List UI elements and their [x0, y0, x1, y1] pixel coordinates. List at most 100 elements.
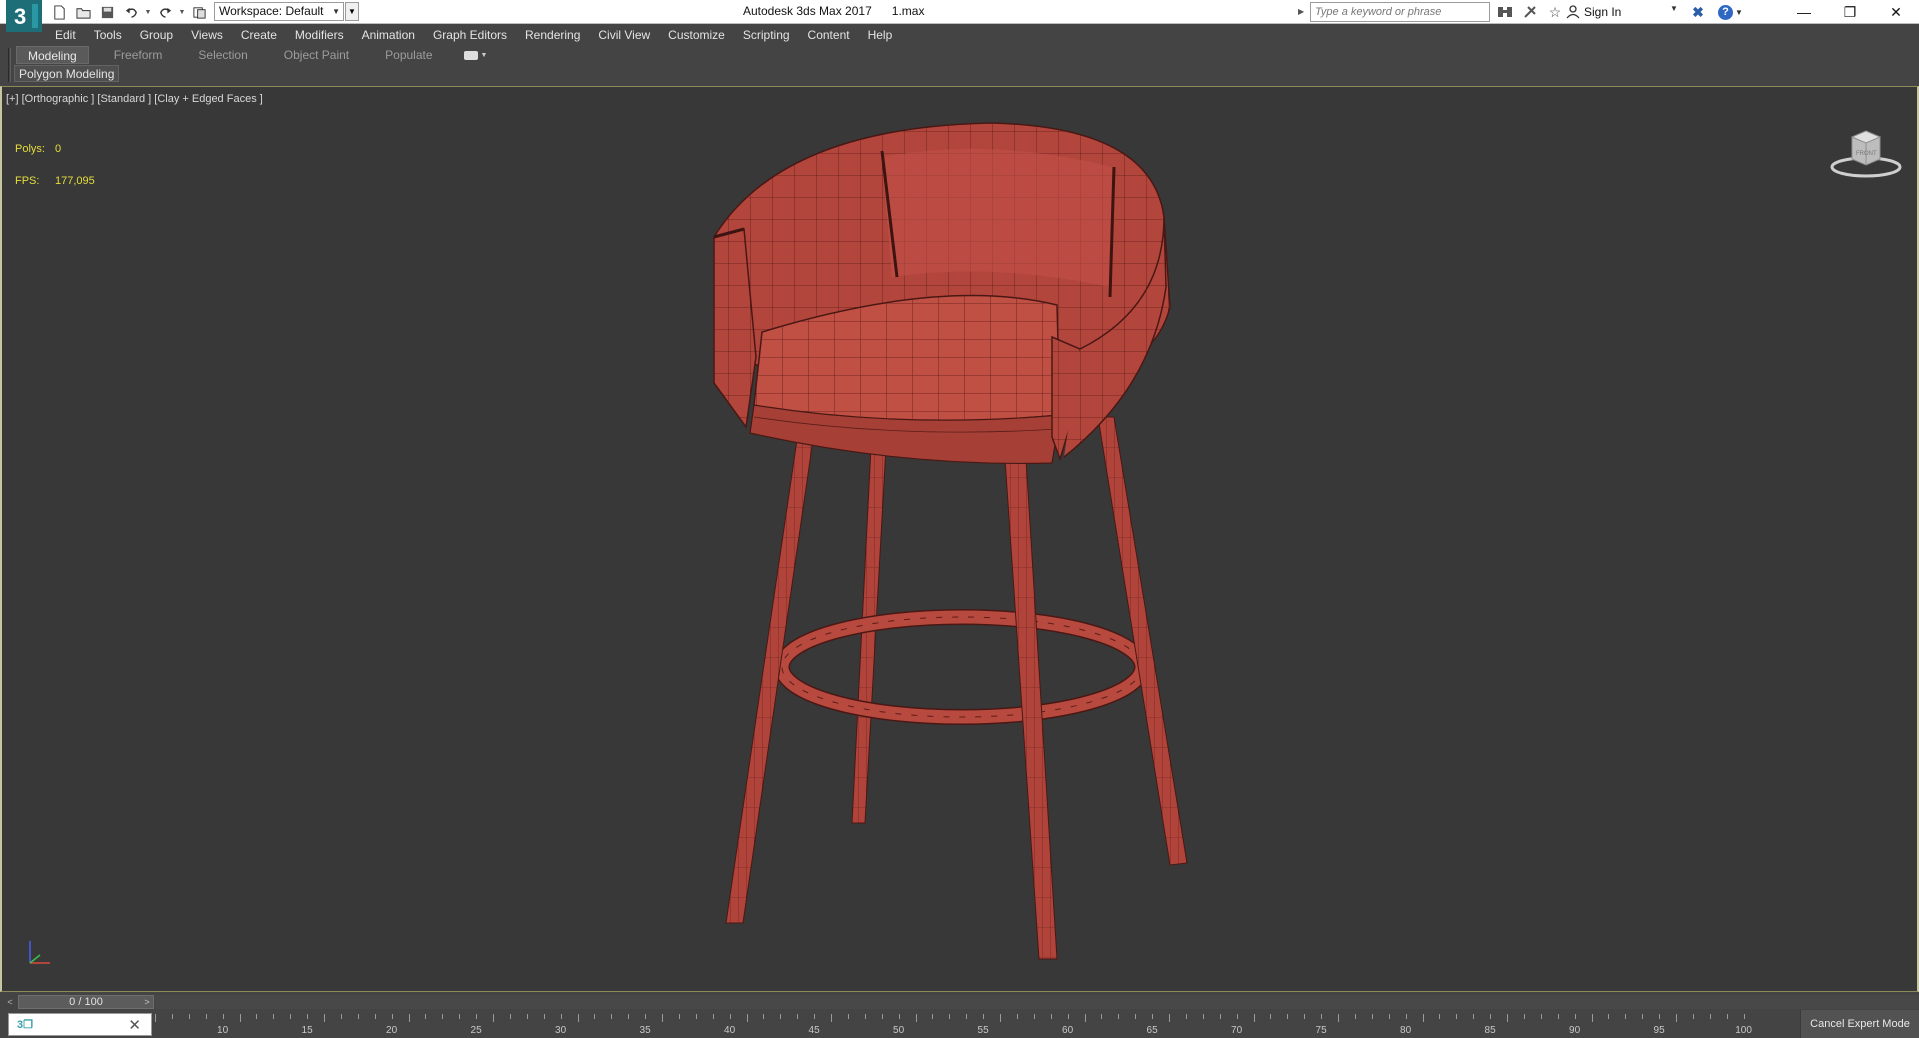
ruler-label: 45	[808, 1025, 820, 1036]
previous-frame-icon[interactable]: <	[4, 995, 16, 1009]
menu-animation[interactable]: Animation	[353, 24, 424, 46]
menu-civil-view[interactable]: Civil View	[589, 24, 659, 46]
ruler-tick	[171, 1014, 173, 1019]
workspace-select[interactable]: Workspace: Default ▼	[214, 2, 344, 21]
menu-modifiers[interactable]: Modifiers	[286, 24, 353, 46]
ruler-tick	[324, 1014, 325, 1022]
minimize-icon[interactable]: —	[1781, 0, 1827, 24]
menu-content[interactable]: Content	[799, 24, 859, 46]
communication-center-icon[interactable]	[1519, 2, 1541, 22]
ruler-tick	[1067, 1014, 1069, 1019]
axis-tripod-icon	[29, 941, 50, 964]
file-name: 1.max	[891, 4, 925, 18]
undo-icon[interactable]	[120, 2, 142, 22]
ruler-tick	[594, 1014, 596, 1019]
redo-dropdown-icon[interactable]: ▼	[178, 2, 186, 22]
ruler-tick	[391, 1014, 393, 1019]
svg-text:3: 3	[14, 4, 26, 29]
sign-in-button[interactable]: Sign In	[1566, 2, 1621, 22]
track-bar-ruler[interactable]: 10 15 20 25 30 35 40 45 50 55 60 65 70 75 80 85 90 95 100	[155, 1014, 1755, 1038]
menu-graph-editors[interactable]: Graph Editors	[424, 24, 516, 46]
close-icon[interactable]: ✕	[1873, 0, 1919, 24]
favorites-star-icon[interactable]: ☆	[1544, 2, 1566, 22]
menu-customize[interactable]: Customize	[659, 24, 734, 46]
help-button[interactable]: ? ▼	[1718, 2, 1748, 22]
ruler-tick	[205, 1014, 207, 1019]
workspace-label: Workspace: Default	[219, 4, 324, 18]
tab-freeform[interactable]: Freeform	[103, 46, 174, 64]
project-folder-icon[interactable]	[188, 2, 210, 22]
workspace-menu-button[interactable]: ▼	[345, 2, 359, 21]
menu-group[interactable]: Group	[131, 24, 182, 46]
ruler-tick	[881, 1014, 883, 1019]
ruler-tick	[340, 1014, 342, 1019]
exchange-apps-icon[interactable]: ✖	[1688, 2, 1708, 22]
3ds-max-window: 3 ▼ ▼ Workspace: Default ▼ ▼ Autodesk 3d…	[0, 0, 1919, 1038]
ribbon: Modeling Freeform Selection Object Paint…	[0, 46, 1919, 86]
ruler-tick	[1422, 1014, 1424, 1022]
cancel-expert-mode-button[interactable]: Cancel Expert Mode	[1800, 1010, 1919, 1038]
redo-icon[interactable]	[154, 2, 176, 22]
ruler-tick	[1338, 1014, 1339, 1022]
close-icon[interactable]: ✕	[128, 1016, 141, 1034]
ruler-tick	[1405, 1014, 1407, 1019]
menu-tools[interactable]: Tools	[85, 24, 131, 46]
ruler-tick	[729, 1014, 731, 1019]
tab-populate[interactable]: Populate	[374, 46, 443, 64]
ruler-label: 55	[977, 1025, 989, 1036]
ruler-tick	[628, 1014, 630, 1019]
menu-rendering[interactable]: Rendering	[516, 24, 589, 46]
ruler-tick	[256, 1014, 258, 1019]
next-frame-icon[interactable]: >	[140, 995, 154, 1009]
ruler-tick	[188, 1014, 190, 1019]
app-logo-icon[interactable]: 3	[6, 0, 42, 32]
perspective-viewport[interactable]: [+] [Orthographic ] [Standard ] [Clay + …	[0, 86, 1919, 992]
ruler-tick	[1050, 1014, 1052, 1019]
search-expand-icon[interactable]: ▶	[1298, 2, 1308, 22]
menu-scripting[interactable]: Scripting	[734, 24, 799, 46]
ribbon-options-button[interactable]: ▼	[463, 46, 487, 64]
time-slider-thumb[interactable]: 0 / 100	[18, 995, 154, 1009]
ruler-tick	[1608, 1014, 1610, 1019]
ruler-tick	[1371, 1014, 1373, 1019]
restore-icon[interactable]: ❐	[1827, 0, 1873, 24]
tab-selection[interactable]: Selection	[187, 46, 258, 64]
ruler-tick	[1000, 1014, 1001, 1022]
ruler-tick	[814, 1014, 816, 1019]
maxscript-mini-listener[interactable]: 3❐ ✕	[8, 1013, 152, 1036]
open-file-icon[interactable]	[72, 2, 94, 22]
sign-in-dropdown-icon[interactable]: ▼	[1670, 4, 1678, 13]
ruler-tick	[1642, 1014, 1644, 1019]
viewcube-icon[interactable]: FRONT	[1826, 123, 1906, 183]
ribbon-grip[interactable]	[8, 48, 11, 82]
search-input[interactable]: Type a keyword or phrase	[1310, 2, 1490, 22]
menu-views[interactable]: Views	[182, 24, 232, 46]
infocenter-tools: ☆	[1494, 2, 1566, 22]
time-slider-track[interactable]	[155, 995, 1919, 1009]
ruler-tick	[1709, 1014, 1711, 1019]
ruler-tick	[1743, 1014, 1745, 1019]
binoculars-icon[interactable]	[1494, 2, 1516, 22]
menu-help[interactable]: Help	[859, 24, 902, 46]
menu-create[interactable]: Create	[232, 24, 286, 46]
ruler-tick	[1016, 1014, 1018, 1019]
tab-object-paint[interactable]: Object Paint	[273, 46, 360, 64]
menu-edit[interactable]: Edit	[46, 24, 85, 46]
ruler-tick	[1456, 1014, 1458, 1019]
ruler-label: 60	[1062, 1025, 1074, 1036]
ruler-tick	[678, 1014, 680, 1019]
polygon-modeling-panel[interactable]: Polygon Modeling	[14, 65, 120, 82]
new-file-icon[interactable]	[48, 2, 70, 22]
ruler-tick	[577, 1014, 579, 1022]
ruler-tick	[746, 1014, 748, 1022]
ruler-label: 85	[1484, 1025, 1496, 1036]
undo-dropdown-icon[interactable]: ▼	[144, 2, 152, 22]
ruler-tick	[1202, 1014, 1204, 1019]
window-controls: — ❐ ✕	[1781, 0, 1919, 24]
bar-stool-model[interactable]	[2, 87, 1919, 992]
tab-modeling[interactable]: Modeling	[16, 46, 89, 64]
save-icon[interactable]	[96, 2, 118, 22]
ruler-tick	[932, 1014, 934, 1019]
ruler-tick	[1439, 1014, 1441, 1019]
ruler-label: 65	[1146, 1025, 1158, 1036]
